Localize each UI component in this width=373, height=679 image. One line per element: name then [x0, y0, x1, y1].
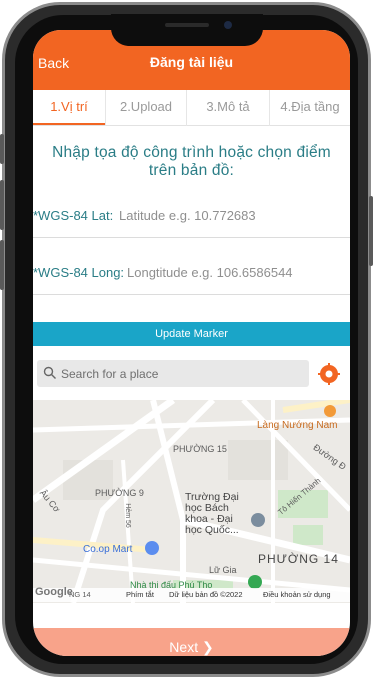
speaker-grille — [165, 23, 209, 27]
university-line-4: học Quốc... — [185, 524, 239, 536]
step-tabs: 1.Vị trí 2.Upload 3.Mô tả 4.Địa tầng — [33, 90, 350, 126]
map-label-university: Trường Đại học Bách khoa - Đại học Quốc.… — [185, 492, 239, 536]
map-label-ward-9: PHƯỜNG 9 — [95, 488, 144, 498]
place-search-box — [37, 360, 309, 387]
volume-up-button — [0, 180, 4, 230]
google-logo[interactable]: Google — [35, 586, 73, 598]
latitude-input[interactable] — [119, 204, 347, 226]
search-input[interactable] — [61, 363, 301, 384]
page-title: Đăng tài liệu — [149, 54, 234, 70]
map-view[interactable]: Làng Nướng Nam PHƯỜNG 15 Đường Đ Âu Cơ P… — [33, 400, 350, 603]
volume-down-button — [0, 240, 4, 290]
tab-upload[interactable]: 2.Upload — [106, 90, 186, 125]
tab-location[interactable]: 1.Vị trí — [33, 90, 105, 125]
longitude-field: *WGS-84 Long: — [33, 251, 350, 295]
phone-notch — [111, 14, 263, 46]
tab-stratigraphy[interactable]: 4.Địa tầng — [270, 90, 350, 125]
instruction-line-1: Nhập tọa độ công trình hoặc chọn điểm — [52, 144, 331, 161]
next-button[interactable]: Next ❯ — [33, 628, 350, 656]
search-icon — [43, 366, 56, 379]
update-marker-button[interactable]: Update Marker — [33, 322, 350, 346]
map-label-restaurant: Làng Nướng Nam — [257, 420, 338, 431]
map-label-coop-mart: Co.op Mart — [83, 544, 133, 555]
map-terms-link[interactable]: Điều khoản sử dụng — [263, 590, 331, 599]
map-shortcuts-link[interactable]: Phím tắt — [126, 590, 154, 599]
tab-description[interactable]: 3.Mô tả — [187, 90, 269, 125]
map-data-attribution[interactable]: Dữ liệu bản đồ ©2022 — [169, 590, 243, 599]
power-button — [369, 196, 373, 266]
map-label-ward-14: PHƯỜNG 14 — [258, 552, 339, 566]
latitude-label: *WGS-84 Lat: — [33, 208, 114, 223]
instruction-line-2: trên bản đồ: — [148, 162, 235, 179]
map-label-alley: Hẻm 56 — [123, 503, 131, 528]
instruction-text: Nhập tọa độ công trình hoặc chọn điểm tr… — [33, 144, 350, 180]
longitude-label: *WGS-84 Long: — [33, 265, 125, 280]
app-screen: Back Đăng tài liệu 1.Vị trí 2.Upload 3.M… — [33, 30, 350, 656]
longitude-input[interactable] — [127, 261, 349, 283]
latitude-field: *WGS-84 Lat: — [33, 194, 350, 238]
front-camera — [224, 21, 232, 29]
map-label-lu-gia: Lữ Gia — [209, 565, 237, 575]
current-location-icon[interactable] — [318, 363, 340, 385]
map-label-ward-15: PHƯỜNG 15 — [173, 444, 227, 454]
silent-switch — [0, 134, 4, 164]
